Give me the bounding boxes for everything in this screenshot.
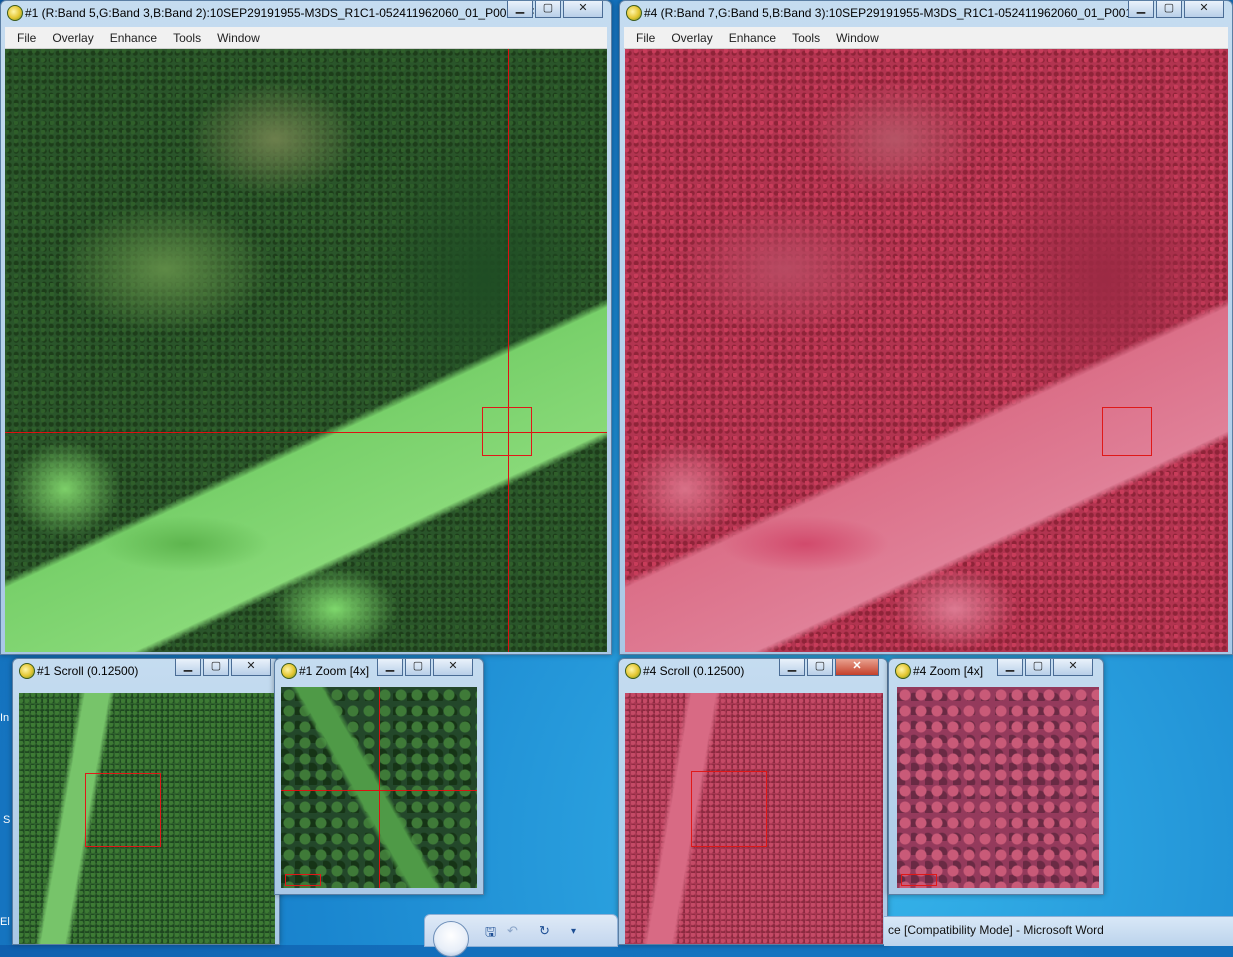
zoom-box[interactable] (1102, 407, 1152, 456)
window-title: #1 Scroll (0.12500) (37, 664, 139, 678)
image-window-1[interactable]: #1 (R:Band 5,G:Band 3,B:Band 2):10SEP291… (0, 0, 612, 655)
title-bar[interactable]: #4 (R:Band 7,G:Band 5,B:Band 3):10SEP291… (620, 1, 1232, 25)
menu-overlay[interactable]: Overlay (663, 31, 720, 45)
word-title-bar[interactable]: ce [Compatibility Mode] - Microsoft Word (884, 916, 1233, 946)
menu-window[interactable]: Window (209, 31, 268, 45)
maximize-button[interactable]: ▢ (535, 1, 561, 18)
crosshair-vertical (508, 49, 509, 652)
envi-app-icon (19, 663, 35, 679)
menu-file[interactable]: File (628, 31, 663, 45)
caption-buttons: ▁ ▢ ✕ (997, 659, 1093, 676)
minimize-button[interactable]: ▁ (377, 659, 403, 676)
menu-tools[interactable]: Tools (165, 31, 209, 45)
scroll-viewport-box[interactable] (691, 771, 767, 847)
window-title: #4 Zoom [4x] (913, 664, 984, 678)
title-bar[interactable]: #1 (R:Band 5,G:Band 3,B:Band 2):10SEP291… (1, 1, 611, 25)
crosshair-vertical (379, 687, 380, 888)
office-button-icon[interactable] (433, 921, 469, 957)
window-title: #4 (R:Band 7,G:Band 5,B:Band 3):10SEP291… (644, 6, 1144, 20)
close-button[interactable]: ✕ (563, 1, 603, 18)
title-bar[interactable]: #1 Scroll (0.12500) ▁ ▢ ✕ (13, 659, 279, 683)
window-title: #1 (R:Band 5,G:Band 3,B:Band 2):10SEP291… (25, 6, 535, 20)
image-display-natural-color[interactable] (5, 49, 607, 652)
zoom-window-4[interactable]: #4 Zoom [4x] ▁ ▢ ✕ (888, 658, 1104, 895)
close-button[interactable]: ✕ (231, 659, 271, 676)
undo-icon[interactable]: ↶ (507, 923, 518, 939)
word-window-title: ce [Compatibility Mode] - Microsoft Word (888, 923, 1104, 937)
maximize-button[interactable]: ▢ (1156, 1, 1182, 18)
close-button[interactable]: ✕ (1053, 659, 1093, 676)
scroll-image-false-color[interactable] (625, 693, 883, 944)
caption-buttons: ▁ ▢ ✕ (779, 659, 879, 676)
close-button[interactable]: ✕ (1184, 1, 1224, 18)
menu-enhance[interactable]: Enhance (102, 31, 165, 45)
menu-window[interactable]: Window (828, 31, 887, 45)
scroll-window-1[interactable]: #1 Scroll (0.12500) ▁ ▢ ✕ (12, 658, 280, 945)
minimize-button[interactable]: ▁ (779, 659, 805, 676)
zoom-box[interactable] (482, 407, 532, 456)
window-title: #1 Zoom [4x] (299, 664, 370, 678)
save-icon[interactable]: 🖫 (485, 923, 496, 945)
zoom-control-icons[interactable] (901, 874, 937, 886)
menu-bar: File Overlay Enhance Tools Window (5, 27, 607, 49)
image-window-4[interactable]: #4 (R:Band 7,G:Band 5,B:Band 3):10SEP291… (619, 0, 1233, 655)
envi-app-icon (626, 5, 642, 21)
maximize-button[interactable]: ▢ (1025, 659, 1051, 676)
menu-bar: File Overlay Enhance Tools Window (624, 27, 1228, 49)
zoom-image-natural[interactable] (281, 687, 477, 888)
title-bar[interactable]: #4 Zoom [4x] ▁ ▢ ✕ (889, 659, 1103, 683)
zoom-control-icons[interactable] (285, 874, 321, 886)
caption-buttons: ▁ ▢ ✕ (507, 1, 603, 18)
image-display-false-color[interactable] (625, 49, 1228, 652)
close-button[interactable]: ✕ (835, 659, 879, 676)
close-button[interactable]: ✕ (433, 659, 473, 676)
redo-icon[interactable]: ↻ (539, 923, 550, 939)
minimize-button[interactable]: ▁ (507, 1, 533, 18)
zoom-image-false-color[interactable] (897, 687, 1099, 888)
minimize-button[interactable]: ▁ (997, 659, 1023, 676)
desktop-text-s: S (3, 814, 11, 826)
zoom-window-1[interactable]: #1 Zoom [4x] ▁ ▢ ✕ (274, 658, 484, 895)
menu-file[interactable]: File (9, 31, 44, 45)
envi-app-icon (7, 5, 23, 21)
word-quick-access-toolbar: 🖫 ↶ ↻ ▾ (424, 914, 618, 957)
minimize-button[interactable]: ▁ (1128, 1, 1154, 18)
caption-buttons: ▁ ▢ ✕ (1128, 1, 1224, 18)
maximize-button[interactable]: ▢ (807, 659, 833, 676)
menu-enhance[interactable]: Enhance (721, 31, 784, 45)
scroll-image-natural[interactable] (19, 693, 275, 944)
caption-buttons: ▁ ▢ ✕ (377, 659, 473, 676)
title-bar[interactable]: #1 Zoom [4x] ▁ ▢ ✕ (275, 659, 483, 683)
scroll-viewport-box[interactable] (85, 773, 161, 847)
menu-overlay[interactable]: Overlay (44, 31, 101, 45)
maximize-button[interactable]: ▢ (203, 659, 229, 676)
envi-app-icon (895, 663, 911, 679)
envi-app-icon (281, 663, 297, 679)
scroll-window-4[interactable]: #4 Scroll (0.12500) ▁ ▢ ✕ (618, 658, 888, 945)
customize-qat-icon[interactable]: ▾ (571, 926, 576, 937)
window-title: #4 Scroll (0.12500) (643, 664, 745, 678)
minimize-button[interactable]: ▁ (175, 659, 201, 676)
desktop-text-in: In (0, 712, 10, 724)
caption-buttons: ▁ ▢ ✕ (175, 659, 271, 676)
menu-tools[interactable]: Tools (784, 31, 828, 45)
title-bar[interactable]: #4 Scroll (0.12500) ▁ ▢ ✕ (619, 659, 887, 683)
envi-app-icon (625, 663, 641, 679)
desktop-text-el: El (0, 916, 10, 928)
maximize-button[interactable]: ▢ (405, 659, 431, 676)
